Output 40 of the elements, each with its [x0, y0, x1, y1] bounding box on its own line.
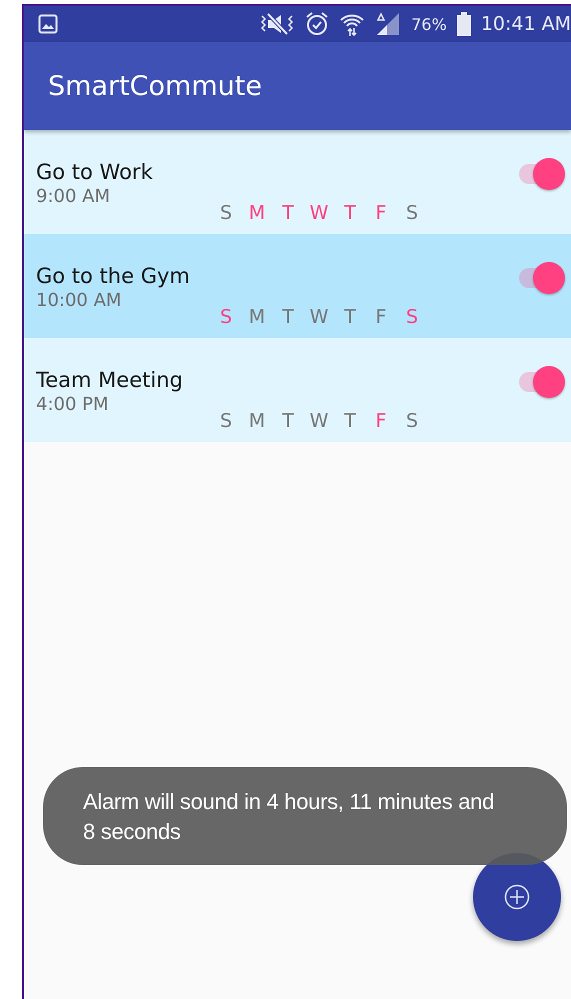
alarm-time: 10:00 AM: [36, 290, 122, 311]
weekday-letter[interactable]: S: [216, 410, 236, 432]
alarm-time: 9:00 AM: [36, 186, 111, 207]
weekday-letter[interactable]: F: [371, 306, 391, 328]
weekday-letter[interactable]: S: [402, 410, 422, 432]
battery-percent: 76%: [411, 14, 447, 34]
add-icon: [504, 884, 530, 910]
weekday-letter[interactable]: W: [309, 202, 329, 224]
vibrate-mute-icon: [259, 12, 296, 36]
weekday-letter[interactable]: F: [371, 202, 391, 224]
weekday-letter[interactable]: T: [278, 202, 298, 224]
alarm-name: Go to the Gym: [36, 264, 186, 288]
app-title: SmartCommute: [48, 70, 262, 102]
weekday-letter[interactable]: T: [340, 202, 360, 224]
alarm-icon: [305, 11, 330, 37]
weekday-letter[interactable]: T: [278, 410, 298, 432]
weekday-letter[interactable]: T: [340, 306, 360, 328]
alarm-name: Go to Work: [36, 160, 154, 184]
weekday-letter[interactable]: T: [278, 306, 298, 328]
weekday-letter[interactable]: M: [247, 202, 267, 224]
alarm-row[interactable]: Go to the Gym 10:00 AM S M T W T F S: [24, 234, 571, 338]
weekday-letter[interactable]: F: [371, 410, 391, 432]
alarm-row[interactable]: Go to Work 9:00 AM S M T W T F S: [24, 130, 571, 234]
toast-message: Alarm will sound in 4 hours, 11 minutes and 8 seconds: [43, 767, 567, 865]
weekday-letter[interactable]: M: [247, 306, 267, 328]
weekday-letter[interactable]: T: [340, 410, 360, 432]
alarm-row[interactable]: Team Meeting 4:00 PM S M T W T F S: [24, 338, 571, 442]
weekday-letter[interactable]: M: [247, 410, 267, 432]
battery-icon: [456, 12, 471, 36]
weekday-letter[interactable]: S: [402, 306, 422, 328]
clock-time: 10:41 AM: [480, 13, 571, 35]
alarm-time: 4:00 PM: [36, 394, 110, 415]
gallery-icon: [38, 14, 58, 34]
weekday-letter[interactable]: W: [309, 306, 329, 328]
signal-icon: [375, 11, 402, 37]
alarm-name: Team Meeting: [36, 368, 184, 392]
weekday-letter[interactable]: S: [216, 306, 236, 328]
weekday-letter[interactable]: S: [216, 202, 236, 224]
weekday-letter[interactable]: S: [402, 202, 422, 224]
weekday-letter[interactable]: W: [309, 410, 329, 432]
